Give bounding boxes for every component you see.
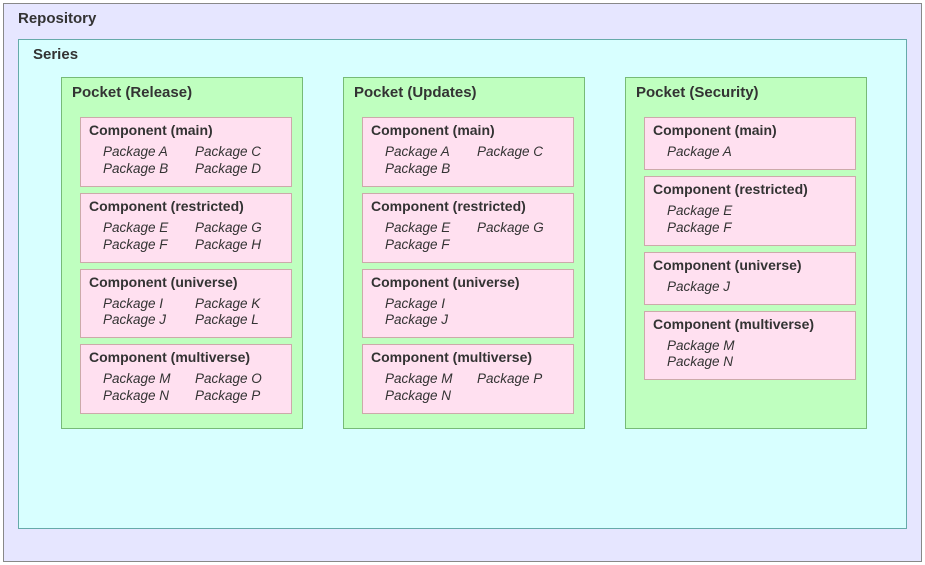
packages-grid: Package EPackage GPackage FPackage H [89, 220, 283, 254]
component-title: Component (multiverse) [653, 316, 847, 332]
component-title: Component (universe) [371, 274, 565, 290]
component-title: Component (main) [371, 122, 565, 138]
pocket-title: Pocket (Updates) [354, 84, 574, 101]
component-title: Component (main) [653, 122, 847, 138]
package-label: Package N [385, 388, 473, 405]
package-label: Package G [195, 220, 283, 237]
package-label: Package K [195, 296, 283, 313]
component-box: Component (main) Package APackage CPackag… [362, 117, 574, 187]
component-box: Component (universe) Package IPackage KPa… [80, 269, 292, 339]
package-label: Package F [667, 220, 847, 237]
series-box: Series Pocket (Release)Component (main)P… [18, 39, 907, 529]
component-title: Component (multiverse) [371, 349, 565, 365]
component-box: Component (main) Package A [644, 117, 856, 170]
package-label: Package C [195, 144, 283, 161]
pocket-box: Pocket (Release) Component (main) Package … [61, 77, 303, 429]
package-label: Package N [667, 354, 847, 371]
package-label: Package E [667, 203, 847, 220]
package-label: Package I [103, 296, 191, 313]
component-box: Component (multiverse) Package MPackage P… [362, 344, 574, 414]
package-label: Package O [195, 371, 283, 388]
packages-grid: Package IPackage KPackage JPackage L [89, 296, 283, 330]
packages-grid: Package IPackage J [371, 296, 565, 330]
component-box: Component (restricted) Package EPackage G… [362, 193, 574, 263]
package-label: Package A [385, 144, 473, 161]
component-title: Component (multiverse) [89, 349, 283, 365]
package-label: Package I [385, 296, 565, 313]
repository-box: Repository Series Pocket (Release) Compon… [3, 3, 922, 562]
package-label: Package J [103, 312, 191, 329]
packages-grid: Package J [653, 279, 847, 296]
repository-title: Repository [18, 10, 907, 27]
package-label: Package J [385, 312, 565, 329]
components-container: Component (main)Package APackage CPackag… [354, 117, 574, 414]
package-label: Package E [385, 220, 473, 237]
pocket-title: Pocket (Security) [636, 84, 856, 101]
packages-grid: Package APackage CPackage B [371, 144, 565, 178]
package-label: Package P [477, 371, 565, 388]
component-title: Component (main) [89, 122, 283, 138]
component-box: Component (restricted) Package EPackage F [644, 176, 856, 246]
package-label: Package G [477, 220, 565, 237]
package-label: Package M [385, 371, 473, 388]
pocket-title: Pocket (Release) [72, 84, 292, 101]
component-box: Component (universe) Package J [644, 252, 856, 305]
component-title: Component (restricted) [89, 198, 283, 214]
component-box: Component (multiverse) Package MPackage N [644, 311, 856, 381]
packages-grid: Package APackage CPackage BPackage D [89, 144, 283, 178]
pocket-box: Pocket (Security) Component (main) Package… [625, 77, 867, 429]
package-label: Package E [103, 220, 191, 237]
component-title: Component (restricted) [653, 181, 847, 197]
package-label: Package N [103, 388, 191, 405]
component-title: Component (universe) [89, 274, 283, 290]
package-label: Package B [103, 161, 191, 178]
packages-grid: Package EPackage GPackage F [371, 220, 565, 254]
component-title: Component (restricted) [371, 198, 565, 214]
package-label: Package C [477, 144, 565, 161]
package-label: Package B [385, 161, 473, 178]
package-label: Package D [195, 161, 283, 178]
components-container: Component (main) Package A Component (rest… [636, 117, 856, 380]
package-label: Package M [103, 371, 191, 388]
packages-grid: Package A [653, 144, 847, 161]
package-label: Package J [667, 279, 847, 296]
package-label: Package F [385, 237, 473, 254]
package-label: Package H [195, 237, 283, 254]
component-box: Component (main) Package APackage CPackag… [80, 117, 292, 187]
components-container: Component (main)Package APackage CPackag… [72, 117, 292, 414]
packages-grid: Package MPackage OPackage NPackage P [89, 371, 283, 405]
pocket-box: Pocket (Updates) Component (main) Package … [343, 77, 585, 429]
component-box: Component (restricted) Package EPackage G… [80, 193, 292, 263]
packages-grid: Package MPackage N [653, 338, 847, 372]
pockets-row: Pocket (Release) Component (main) Package … [33, 77, 892, 429]
package-label: Package A [667, 144, 847, 161]
package-label: Package L [195, 312, 283, 329]
package-label: Package M [667, 338, 847, 355]
package-label: Package F [103, 237, 191, 254]
packages-grid: Package MPackage PPackage N [371, 371, 565, 405]
component-title: Component (universe) [653, 257, 847, 273]
component-box: Component (universe) Package IPackage J [362, 269, 574, 339]
component-box: Component (multiverse) Package MPackage O… [80, 344, 292, 414]
package-label: Package P [195, 388, 283, 405]
series-title: Series [33, 46, 892, 63]
package-label: Package A [103, 144, 191, 161]
packages-grid: Package EPackage F [653, 203, 847, 237]
